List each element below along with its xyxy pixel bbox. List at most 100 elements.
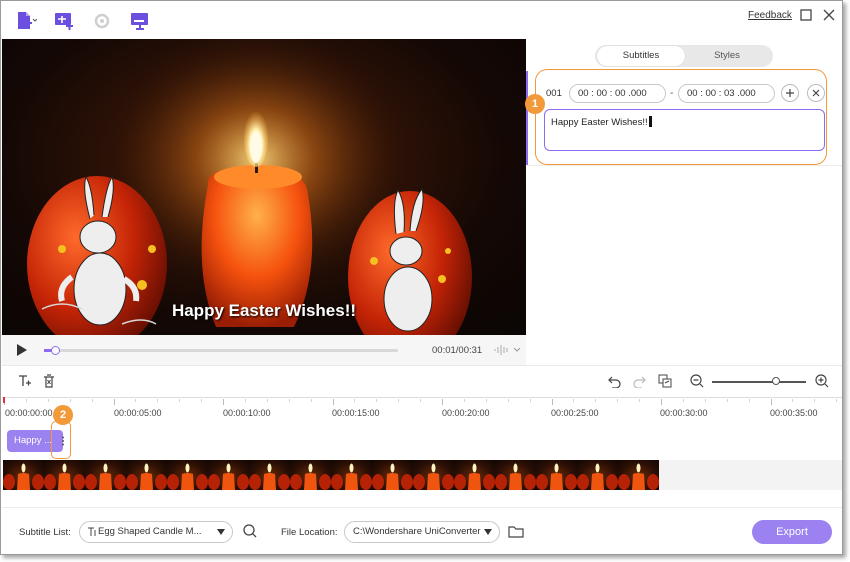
step-badge-2: 2 (53, 405, 73, 425)
step-badge-1: 1 (525, 94, 545, 114)
ruler-tick (551, 399, 553, 405)
ruler-minor-tick (573, 399, 575, 402)
delete-icon[interactable] (41, 373, 57, 389)
video-preview: Happy Easter Wishes!! (2, 39, 526, 335)
ruler-label: 00:00:05:00 (114, 408, 162, 418)
ruler-minor-tick (201, 399, 203, 402)
ruler-tick (332, 399, 334, 405)
video-thumbnail (331, 460, 372, 490)
ruler-tick (661, 399, 662, 405)
ruler-minor-tick (354, 399, 356, 402)
divider (2, 507, 842, 508)
zoom-slider-handle[interactable] (772, 377, 780, 385)
video-thumbnail (3, 460, 44, 490)
player-controls: 00:01/00:31 (2, 335, 526, 365)
timeline-ruler[interactable]: 00:00:00:00 00:00:05:00 00:00:10:00 00:0… (2, 397, 842, 423)
add-text-icon[interactable] (17, 373, 33, 389)
top-toolbar: Feedback (1, 1, 842, 39)
ruler-minor-tick (463, 399, 465, 402)
ruler-minor-tick (682, 399, 684, 402)
folder-icon[interactable] (507, 522, 525, 540)
subtitle-list-label: Subtitle List: (19, 527, 71, 538)
video-thumbnail (495, 460, 536, 490)
ruler-minor-tick (420, 399, 422, 402)
tab-subtitles[interactable]: Subtitles (597, 46, 685, 66)
ruler-minor-tick (595, 399, 597, 402)
close-icon[interactable] (822, 8, 836, 22)
ruler-minor-tick (179, 399, 181, 402)
search-icon[interactable] (241, 522, 259, 540)
video-frame-image (27, 39, 472, 335)
subtitle-editor-window: Feedback Happy Easter Wishes!! 00:01/00:… (0, 0, 843, 555)
ruler-minor-tick (704, 399, 706, 402)
video-thumbnail (249, 460, 290, 490)
chevron-down-icon (484, 529, 492, 535)
refresh-icon (91, 11, 113, 31)
divider (2, 365, 842, 366)
file-location-dropdown[interactable]: C:\Wondershare UniConverter (344, 521, 500, 543)
chevron-down-icon (217, 529, 225, 535)
ruler-minor-tick (288, 399, 290, 402)
ruler-minor-tick (814, 399, 816, 402)
ruler-label: 00:00:15:00 (332, 408, 380, 418)
add-subtitle-icon[interactable] (53, 11, 75, 31)
ruler-minor-tick (748, 399, 750, 402)
zoom-slider[interactable] (712, 381, 806, 383)
ruler-minor-tick (310, 399, 312, 402)
highlight-box-1 (535, 69, 827, 165)
tab-styles[interactable]: Styles (683, 46, 771, 66)
redo-icon (631, 373, 647, 389)
ruler-label: 00:00:20:00 (442, 408, 490, 418)
undo-icon[interactable] (607, 373, 623, 389)
play-icon[interactable] (16, 343, 28, 360)
ruler-minor-tick (244, 399, 246, 402)
maximize-icon[interactable] (799, 8, 813, 22)
video-thumbnail (85, 460, 126, 490)
video-subtitle-caption: Happy Easter Wishes!! (171, 301, 357, 320)
video-track-thumbnails[interactable] (3, 460, 659, 490)
subtitle-clip-label: Happy ... (14, 435, 53, 446)
video-thumbnail (454, 460, 495, 490)
text-subtitle-icon (88, 527, 96, 536)
ruler-label: 00:00:00:00 (5, 408, 53, 418)
ruler-tick (223, 399, 224, 405)
subtitle-list-dropdown[interactable]: Egg Shaped Candle M... (79, 521, 233, 543)
ruler-label: 00:00:30:00 (660, 408, 708, 418)
screen-caption-icon[interactable] (129, 11, 151, 31)
file-location-label: File Location: (281, 527, 338, 538)
video-thumbnail (577, 460, 618, 490)
split-icon[interactable] (657, 373, 673, 389)
ruler-minor-tick (792, 399, 794, 402)
ruler-minor-tick (617, 399, 619, 402)
ruler-label: 00:00:25:00 (551, 408, 599, 418)
feedback-link[interactable]: Feedback (748, 10, 792, 21)
video-thumbnail (618, 460, 659, 490)
ruler-minor-tick (91, 399, 93, 402)
ruler-minor-tick (266, 399, 268, 402)
clip-left-handle[interactable] (5, 436, 7, 446)
video-thumbnail (126, 460, 167, 490)
video-thumbnail (372, 460, 413, 490)
ruler-tick (113, 399, 115, 405)
video-thumbnail (167, 460, 208, 490)
seek-handle[interactable] (51, 346, 61, 355)
zoom-in-icon[interactable] (814, 373, 830, 389)
ruler-minor-tick (25, 399, 27, 402)
zoom-out-icon[interactable] (689, 373, 705, 389)
divider (527, 165, 842, 166)
ruler-minor-tick (157, 399, 159, 402)
playhead[interactable] (3, 397, 5, 403)
ruler-minor-tick (529, 399, 531, 402)
ruler-minor-tick (376, 399, 378, 402)
add-file-icon[interactable] (15, 11, 37, 31)
file-location-value: C:\Wondershare UniConverter (353, 526, 481, 537)
seek-bar[interactable] (44, 346, 398, 355)
video-thumbnail (208, 460, 249, 490)
playback-timecode: 00:01/00:31 (432, 345, 483, 356)
ruler-minor-tick (507, 399, 509, 402)
ruler-minor-tick (398, 399, 400, 402)
video-thumbnail (413, 460, 454, 490)
export-button[interactable]: Export (752, 520, 832, 544)
audio-waveform-icon[interactable] (494, 344, 522, 359)
video-thumbnail (44, 460, 85, 490)
